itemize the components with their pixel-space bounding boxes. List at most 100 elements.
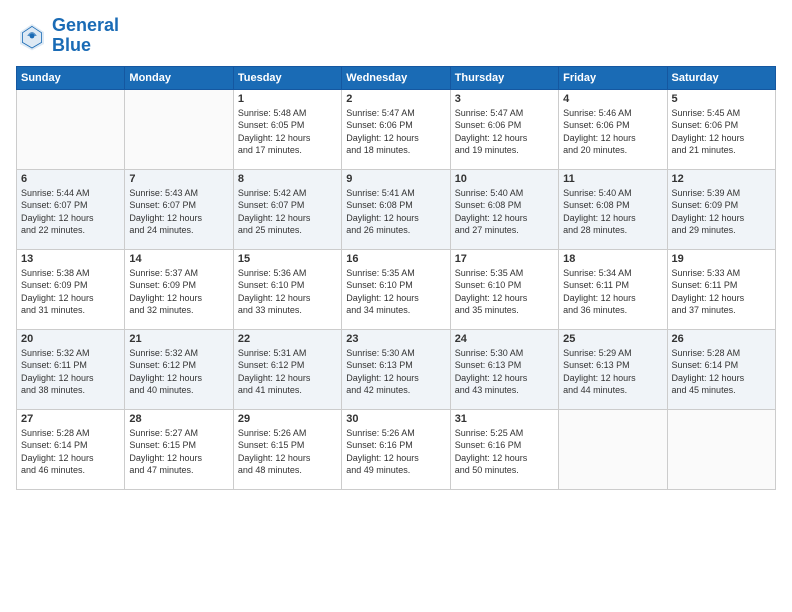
calendar-cell-0-3: 2Sunrise: 5:47 AM Sunset: 6:06 PM Daylig… bbox=[342, 89, 450, 169]
logo-line1: General bbox=[52, 16, 119, 36]
day-info: Sunrise: 5:47 AM Sunset: 6:06 PM Dayligh… bbox=[455, 107, 554, 157]
day-number: 11 bbox=[563, 173, 662, 185]
day-number: 18 bbox=[563, 253, 662, 265]
calendar-cell-0-5: 4Sunrise: 5:46 AM Sunset: 6:06 PM Daylig… bbox=[559, 89, 667, 169]
day-number: 17 bbox=[455, 253, 554, 265]
calendar-cell-1-3: 9Sunrise: 5:41 AM Sunset: 6:08 PM Daylig… bbox=[342, 169, 450, 249]
day-number: 30 bbox=[346, 413, 445, 425]
calendar-cell-3-2: 22 Sunrise: 5:31 AM Sunset: 6:12 PM Dayli… bbox=[233, 329, 341, 409]
day-info: Sunrise: 5:29 AM Sunset: 6:13 PM Dayligh… bbox=[563, 347, 662, 397]
calendar-cell-4-5 bbox=[559, 409, 667, 489]
day-info: Sunrise: 5:32 AM Sunset: 6:11 PM Dayligh… bbox=[21, 347, 120, 397]
day-number: 22 bbox=[238, 333, 337, 345]
week-row-2: 13 Sunrise: 5:38 AM Sunset: 6:09 PM Dayli… bbox=[17, 249, 776, 329]
day-number: 20 bbox=[21, 333, 120, 345]
day-info: Sunrise: 5:48 AM Sunset: 6:05 PM Dayligh… bbox=[238, 107, 337, 157]
logo-icon bbox=[16, 20, 48, 52]
logo-text: General Blue bbox=[52, 16, 119, 56]
day-info: Sunrise: 5:33 AM Sunset: 6:11 PM Dayligh… bbox=[672, 267, 771, 317]
calendar-cell-2-5: 18 Sunrise: 5:34 AM Sunset: 6:11 PM Dayli… bbox=[559, 249, 667, 329]
day-info: Sunrise: 5:37 AM Sunset: 6:09 PM Dayligh… bbox=[129, 267, 228, 317]
day-number: 28 bbox=[129, 413, 228, 425]
calendar-cell-1-2: 8 Sunrise: 5:42 AM Sunset: 6:07 PM Daylig… bbox=[233, 169, 341, 249]
day-info: Sunrise: 5:38 AM Sunset: 6:09 PM Dayligh… bbox=[21, 267, 120, 317]
day-info: Sunrise: 5:26 AM Sunset: 6:16 PM Dayligh… bbox=[346, 427, 445, 477]
calendar-cell-0-6: 5 Sunrise: 5:45 AM Sunset: 6:06 PM Daylig… bbox=[667, 89, 775, 169]
day-info: Sunrise: 5:40 AM Sunset: 6:08 PM Dayligh… bbox=[563, 187, 662, 237]
week-row-1: 6Sunrise: 5:44 AM Sunset: 6:07 PM Daylig… bbox=[17, 169, 776, 249]
day-number: 25 bbox=[563, 333, 662, 345]
day-info: Sunrise: 5:27 AM Sunset: 6:15 PM Dayligh… bbox=[129, 427, 228, 477]
calendar-cell-1-0: 6Sunrise: 5:44 AM Sunset: 6:07 PM Daylig… bbox=[17, 169, 125, 249]
col-sunday: Sunday bbox=[17, 66, 125, 89]
calendar-cell-1-5: 11 Sunrise: 5:40 AM Sunset: 6:08 PM Dayli… bbox=[559, 169, 667, 249]
calendar-cell-1-1: 7Sunrise: 5:43 AM Sunset: 6:07 PM Daylig… bbox=[125, 169, 233, 249]
day-number: 10 bbox=[455, 173, 554, 185]
day-info: Sunrise: 5:26 AM Sunset: 6:15 PM Dayligh… bbox=[238, 427, 337, 477]
day-number: 8 bbox=[238, 173, 337, 185]
day-info: Sunrise: 5:42 AM Sunset: 6:07 PM Dayligh… bbox=[238, 187, 337, 237]
calendar-cell-2-6: 19 Sunrise: 5:33 AM Sunset: 6:11 PM Dayli… bbox=[667, 249, 775, 329]
calendar-cell-1-4: 10 Sunrise: 5:40 AM Sunset: 6:08 PM Dayli… bbox=[450, 169, 558, 249]
day-number: 26 bbox=[672, 333, 771, 345]
calendar-cell-3-3: 23 Sunrise: 5:30 AM Sunset: 6:13 PM Dayli… bbox=[342, 329, 450, 409]
col-thursday: Thursday bbox=[450, 66, 558, 89]
day-number: 21 bbox=[129, 333, 228, 345]
day-number: 29 bbox=[238, 413, 337, 425]
day-number: 13 bbox=[21, 253, 120, 265]
calendar-cell-0-2: 1Sunrise: 5:48 AM Sunset: 6:05 PM Daylig… bbox=[233, 89, 341, 169]
day-info: Sunrise: 5:35 AM Sunset: 6:10 PM Dayligh… bbox=[455, 267, 554, 317]
day-info: Sunrise: 5:30 AM Sunset: 6:13 PM Dayligh… bbox=[455, 347, 554, 397]
day-info: Sunrise: 5:40 AM Sunset: 6:08 PM Dayligh… bbox=[455, 187, 554, 237]
col-friday: Friday bbox=[559, 66, 667, 89]
col-tuesday: Tuesday bbox=[233, 66, 341, 89]
page: General Blue Sunday Monday Tuesday Wedne… bbox=[0, 0, 792, 612]
day-info: Sunrise: 5:28 AM Sunset: 6:14 PM Dayligh… bbox=[21, 427, 120, 477]
calendar-cell-4-6 bbox=[667, 409, 775, 489]
logo: General Blue bbox=[16, 16, 119, 56]
day-number: 2 bbox=[346, 93, 445, 105]
calendar-cell-0-1 bbox=[125, 89, 233, 169]
day-info: Sunrise: 5:28 AM Sunset: 6:14 PM Dayligh… bbox=[672, 347, 771, 397]
calendar-cell-2-0: 13 Sunrise: 5:38 AM Sunset: 6:09 PM Dayli… bbox=[17, 249, 125, 329]
col-saturday: Saturday bbox=[667, 66, 775, 89]
calendar-cell-4-1: 28 Sunrise: 5:27 AM Sunset: 6:15 PM Dayli… bbox=[125, 409, 233, 489]
calendar-header-row: Sunday Monday Tuesday Wednesday Thursday… bbox=[17, 66, 776, 89]
day-number: 24 bbox=[455, 333, 554, 345]
day-info: Sunrise: 5:39 AM Sunset: 6:09 PM Dayligh… bbox=[672, 187, 771, 237]
day-info: Sunrise: 5:30 AM Sunset: 6:13 PM Dayligh… bbox=[346, 347, 445, 397]
calendar-cell-3-1: 21 Sunrise: 5:32 AM Sunset: 6:12 PM Dayli… bbox=[125, 329, 233, 409]
day-number: 23 bbox=[346, 333, 445, 345]
calendar-cell-1-6: 12 Sunrise: 5:39 AM Sunset: 6:09 PM Dayli… bbox=[667, 169, 775, 249]
day-number: 12 bbox=[672, 173, 771, 185]
week-row-0: 1Sunrise: 5:48 AM Sunset: 6:05 PM Daylig… bbox=[17, 89, 776, 169]
day-info: Sunrise: 5:36 AM Sunset: 6:10 PM Dayligh… bbox=[238, 267, 337, 317]
calendar-cell-0-0 bbox=[17, 89, 125, 169]
day-info: Sunrise: 5:25 AM Sunset: 6:16 PM Dayligh… bbox=[455, 427, 554, 477]
day-info: Sunrise: 5:43 AM Sunset: 6:07 PM Dayligh… bbox=[129, 187, 228, 237]
calendar-cell-3-0: 20 Sunrise: 5:32 AM Sunset: 6:11 PM Dayli… bbox=[17, 329, 125, 409]
week-row-3: 20 Sunrise: 5:32 AM Sunset: 6:11 PM Dayli… bbox=[17, 329, 776, 409]
calendar-cell-3-4: 24 Sunrise: 5:30 AM Sunset: 6:13 PM Dayli… bbox=[450, 329, 558, 409]
calendar-cell-0-4: 3Sunrise: 5:47 AM Sunset: 6:06 PM Daylig… bbox=[450, 89, 558, 169]
day-info: Sunrise: 5:34 AM Sunset: 6:11 PM Dayligh… bbox=[563, 267, 662, 317]
col-monday: Monday bbox=[125, 66, 233, 89]
calendar-cell-2-1: 14 Sunrise: 5:37 AM Sunset: 6:09 PM Dayli… bbox=[125, 249, 233, 329]
day-number: 14 bbox=[129, 253, 228, 265]
day-info: Sunrise: 5:32 AM Sunset: 6:12 PM Dayligh… bbox=[129, 347, 228, 397]
calendar-cell-4-2: 29 Sunrise: 5:26 AM Sunset: 6:15 PM Dayli… bbox=[233, 409, 341, 489]
day-number: 16 bbox=[346, 253, 445, 265]
logo-line2: Blue bbox=[52, 36, 119, 56]
day-info: Sunrise: 5:31 AM Sunset: 6:12 PM Dayligh… bbox=[238, 347, 337, 397]
day-info: Sunrise: 5:46 AM Sunset: 6:06 PM Dayligh… bbox=[563, 107, 662, 157]
day-number: 15 bbox=[238, 253, 337, 265]
day-info: Sunrise: 5:35 AM Sunset: 6:10 PM Dayligh… bbox=[346, 267, 445, 317]
day-number: 9 bbox=[346, 173, 445, 185]
calendar-cell-2-4: 17 Sunrise: 5:35 AM Sunset: 6:10 PM Dayli… bbox=[450, 249, 558, 329]
calendar-cell-4-0: 27Sunrise: 5:28 AM Sunset: 6:14 PM Dayli… bbox=[17, 409, 125, 489]
day-info: Sunrise: 5:45 AM Sunset: 6:06 PM Dayligh… bbox=[672, 107, 771, 157]
day-number: 31 bbox=[455, 413, 554, 425]
day-number: 5 bbox=[672, 93, 771, 105]
calendar-cell-2-2: 15 Sunrise: 5:36 AM Sunset: 6:10 PM Dayli… bbox=[233, 249, 341, 329]
day-number: 19 bbox=[672, 253, 771, 265]
